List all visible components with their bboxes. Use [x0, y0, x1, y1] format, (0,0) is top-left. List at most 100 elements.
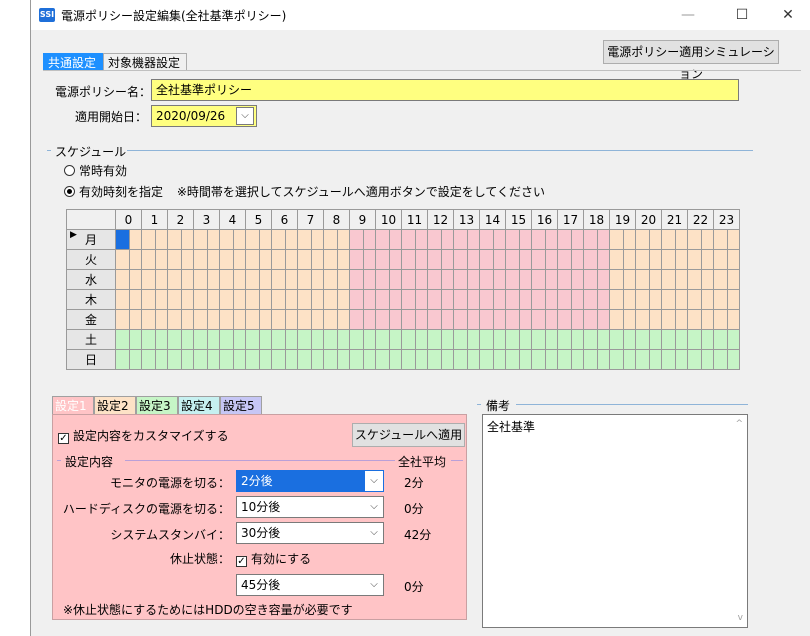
hour-header[interactable]: 15 [505, 209, 532, 230]
schedule-cell[interactable] [193, 269, 208, 290]
schedule-cell[interactable] [649, 309, 662, 330]
schedule-cell[interactable] [427, 269, 442, 290]
schedule-cell[interactable] [701, 349, 714, 370]
schedule-cell[interactable] [285, 309, 298, 330]
schedule-cell[interactable] [155, 329, 168, 350]
schedule-cell[interactable] [415, 229, 428, 250]
schedule-cell[interactable] [115, 229, 130, 250]
schedule-cell[interactable] [337, 229, 350, 250]
schedule-cell[interactable] [285, 269, 298, 290]
schedule-cell[interactable] [389, 349, 402, 370]
schedule-cell[interactable] [713, 229, 728, 250]
schedule-cell[interactable] [713, 329, 728, 350]
schedule-cell[interactable] [623, 349, 636, 370]
schedule-cell[interactable] [635, 309, 650, 330]
schedule-cell[interactable] [545, 349, 558, 370]
schedule-cell[interactable] [441, 229, 454, 250]
schedule-cell[interactable] [571, 349, 584, 370]
schedule-cell[interactable] [661, 309, 676, 330]
schedule-cell[interactable] [349, 309, 364, 330]
schedule-cell[interactable] [545, 269, 558, 290]
hour-header[interactable]: 20 [635, 209, 662, 230]
schedule-cell[interactable] [375, 309, 390, 330]
hibernate-checkbox[interactable]: ✓ 有効にする [236, 550, 311, 567]
schedule-cell[interactable] [701, 309, 714, 330]
schedule-cell[interactable] [245, 229, 260, 250]
schedule-cell[interactable] [467, 229, 480, 250]
schedule-cell[interactable] [635, 249, 650, 270]
schedule-cell[interactable] [297, 249, 312, 270]
schedule-cell[interactable] [219, 349, 234, 370]
schedule-cell[interactable] [609, 229, 624, 250]
schedule-cell[interactable] [687, 329, 702, 350]
schedule-cell[interactable] [661, 349, 676, 370]
schedule-cell[interactable] [505, 229, 520, 250]
schedule-cell[interactable] [245, 269, 260, 290]
schedule-cell[interactable] [453, 229, 468, 250]
schedule-cell[interactable] [675, 289, 688, 310]
schedule-cell[interactable] [207, 229, 220, 250]
schedule-cell[interactable] [297, 329, 312, 350]
schedule-cell[interactable] [311, 229, 324, 250]
hour-header[interactable]: 7 [297, 209, 324, 230]
schedule-cell[interactable] [129, 289, 142, 310]
schedule-cell[interactable] [609, 309, 624, 330]
schedule-cell[interactable] [193, 289, 208, 310]
schedule-cell[interactable] [519, 289, 532, 310]
schedule-cell[interactable] [141, 289, 156, 310]
schedule-cell[interactable] [181, 249, 194, 270]
schedule-cell[interactable] [597, 349, 610, 370]
schedule-cell[interactable] [297, 229, 312, 250]
standby-select[interactable]: 30分後 ⌵ [236, 522, 384, 544]
schedule-cell[interactable] [479, 249, 494, 270]
schedule-cell[interactable] [181, 349, 194, 370]
schedule-cell[interactable] [141, 249, 156, 270]
schedule-cell[interactable] [181, 309, 194, 330]
schedule-cell[interactable] [285, 249, 298, 270]
schedule-cell[interactable] [259, 249, 272, 270]
schedule-cell[interactable] [727, 229, 740, 250]
schedule-cell[interactable] [349, 249, 364, 270]
schedule-cell[interactable] [505, 289, 520, 310]
schedule-cell[interactable] [545, 249, 558, 270]
hour-header[interactable]: 18 [583, 209, 610, 230]
schedule-cell[interactable] [571, 229, 584, 250]
schedule-cell[interactable] [389, 229, 402, 250]
schedule-cell[interactable] [557, 309, 572, 330]
schedule-cell[interactable] [583, 329, 598, 350]
day-header[interactable]: 水 [66, 269, 116, 290]
tab-setting-3[interactable]: 設定3 [136, 396, 178, 415]
day-header[interactable]: 日 [66, 349, 116, 370]
schedule-cell[interactable] [427, 289, 442, 310]
schedule-cell[interactable] [245, 309, 260, 330]
schedule-cell[interactable] [115, 289, 130, 310]
schedule-cell[interactable] [557, 249, 572, 270]
schedule-table[interactable]: 0 1 2 3 4 5 6 7 8 9 10 11 12 13 14 15 16 17 18 19 20 21 22 23 ▶ 月… [66, 209, 740, 370]
schedule-cell[interactable] [687, 269, 702, 290]
schedule-cell[interactable] [259, 289, 272, 310]
schedule-cell[interactable] [453, 269, 468, 290]
schedule-cell[interactable] [415, 269, 428, 290]
hour-header[interactable]: 10 [375, 209, 402, 230]
schedule-cell[interactable] [519, 229, 532, 250]
schedule-cell[interactable] [661, 289, 676, 310]
hour-header[interactable]: 3 [193, 209, 220, 230]
schedule-cell[interactable] [479, 289, 494, 310]
schedule-cell[interactable] [401, 289, 416, 310]
schedule-cell[interactable] [271, 349, 286, 370]
schedule-cell[interactable] [375, 229, 390, 250]
schedule-cell[interactable] [233, 349, 246, 370]
schedule-cell[interactable] [493, 329, 506, 350]
schedule-cell[interactable] [635, 349, 650, 370]
tab-setting-4[interactable]: 設定4 [178, 396, 220, 415]
schedule-cell[interactable] [453, 309, 468, 330]
schedule-cell[interactable] [583, 309, 598, 330]
schedule-cell[interactable] [245, 329, 260, 350]
schedule-row[interactable]: 土 [66, 329, 740, 350]
schedule-cell[interactable] [129, 249, 142, 270]
schedule-cell[interactable] [389, 249, 402, 270]
schedule-cell[interactable] [727, 309, 740, 330]
schedule-cell[interactable] [635, 229, 650, 250]
schedule-cell[interactable] [545, 289, 558, 310]
schedule-cell[interactable] [713, 289, 728, 310]
